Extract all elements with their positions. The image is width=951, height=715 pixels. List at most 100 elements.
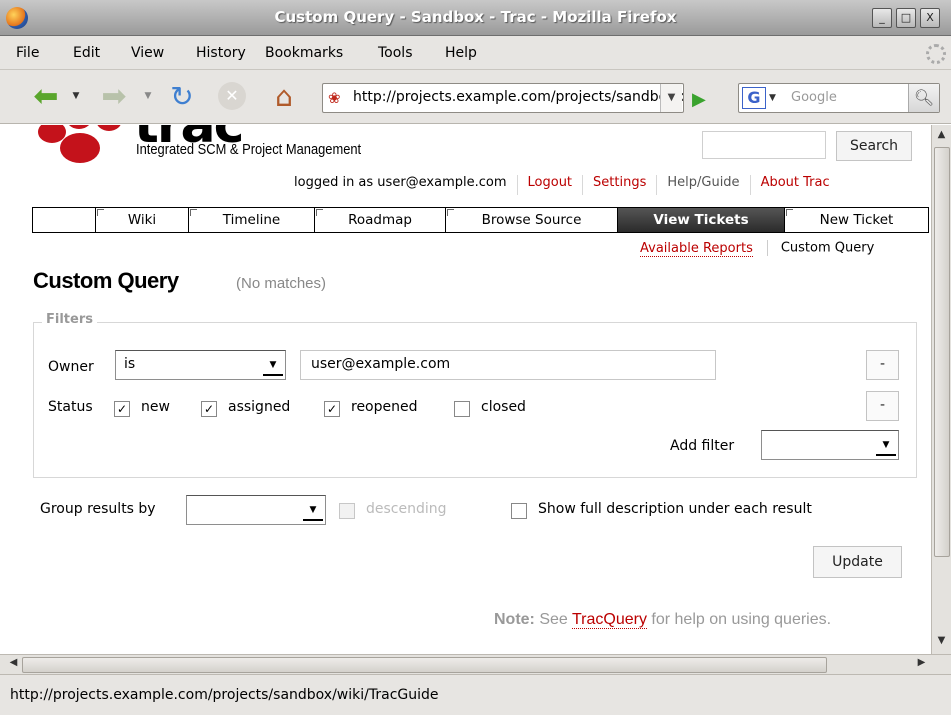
chevron-down-icon: ▼ [263,354,283,376]
google-icon: G [742,87,766,109]
status-closed-checkbox[interactable] [454,401,470,417]
window-titlebar: Custom Query - Sandbox - Trac - Mozilla … [0,0,951,36]
scroll-up-icon[interactable]: ▲ [934,129,949,144]
stop-icon[interactable]: ✕ [216,80,248,112]
status-new-checkbox[interactable]: ✓ [114,401,130,417]
owner-filter-label: Owner [48,359,94,375]
owner-mode-select[interactable]: is ▼ [115,350,286,380]
trac-logo[interactable]: trac Integrated SCM & Project Management [36,125,396,177]
custom-query-link: Custom Query [780,240,875,256]
status-assigned-checkbox[interactable]: ✓ [201,401,217,417]
filters-legend: Filters [42,312,97,327]
tab-browse-source[interactable]: Browse Source [445,208,617,232]
back-arrow-icon[interactable]: ⬅ [28,79,64,114]
vertical-scroll-thumb[interactable] [934,147,950,557]
chevron-down-icon: ▼ [876,434,896,456]
engine-dropdown-icon: ▼ [769,93,776,103]
go-icon[interactable]: ▶ [692,89,712,110]
note-prefix: Note: [494,611,535,628]
menu-bar: File Edit View History Bookmarks Tools H… [0,36,951,70]
add-filter-select[interactable]: ▼ [761,430,899,460]
window-title: Custom Query - Sandbox - Trac - Mozilla … [274,8,677,26]
owner-value-field[interactable]: user@example.com [300,350,716,380]
horizontal-scroll-thumb[interactable] [22,657,827,673]
status-filter-label: Status [48,399,93,415]
site-search-button[interactable]: Search [836,131,912,161]
status-text: http://projects.example.com/projects/san… [10,687,439,703]
logged-in-text: logged in as user@example.com [294,175,507,190]
reload-icon[interactable]: ↻ [164,80,200,113]
group-by-label: Group results by [40,501,156,517]
main-navigation: Wiki Timeline Roadmap Browse Source View… [32,207,929,233]
horizontal-scrollbar[interactable]: ◀ ▶ [0,654,951,674]
status-new-label: new [141,399,170,415]
help-note: Note: See TracQuery for help on using qu… [494,611,831,629]
menu-edit[interactable]: Edit [73,45,100,61]
logout-link[interactable]: Logout [516,175,583,195]
back-history-dropdown-icon[interactable]: ▼ [70,80,82,112]
remove-owner-filter-button[interactable]: - [866,350,899,380]
note-suffix: for help on using queries. [651,611,832,628]
trac-favicon-icon: ❀ [328,89,341,107]
about-trac-link[interactable]: About Trac [749,175,840,195]
menu-file[interactable]: File [16,45,39,61]
tab-timeline[interactable]: Timeline [188,208,314,232]
url-bar[interactable]: ❀ http://projects.example.com/projects/s… [322,83,684,113]
help-guide-link[interactable]: Help/Guide [656,175,749,195]
site-search-input[interactable] [702,131,826,159]
logo-tagline: Integrated SCM & Project Management [136,141,362,158]
remove-status-filter-button[interactable]: - [866,391,899,421]
status-bar: http://projects.example.com/projects/san… [0,674,951,715]
tab-wiki[interactable]: Wiki [95,208,188,232]
home-icon[interactable]: ⌂ [266,80,302,113]
full-description-label: Show full description under each result [538,501,812,517]
tab-new-ticket[interactable]: New Ticket [784,208,928,232]
forward-history-dropdown-icon[interactable]: ▼ [142,80,154,112]
tab-blank [33,208,95,232]
available-reports-link[interactable]: Available Reports [640,240,753,257]
search-engine-selector[interactable]: G ▼ [742,87,786,109]
menu-bookmarks[interactable]: Bookmarks [265,45,343,61]
match-count: (No matches) [236,275,327,292]
tab-view-tickets[interactable]: View Tickets [617,208,784,232]
paw-toe-icon [96,125,122,131]
note-see: See [539,611,568,628]
owner-value-text: user@example.com [311,356,451,372]
url-history-dropdown-icon[interactable]: ▼ [660,84,682,112]
menu-view[interactable]: View [131,45,164,61]
scroll-down-icon[interactable]: ▼ [934,635,949,650]
forward-arrow-icon[interactable]: ➡ [96,79,132,114]
context-navigation: Available Reports Custom Query [640,240,875,257]
chevron-down-icon: ▼ [303,499,323,521]
meta-navigation: logged in as user@example.com Logout Set… [294,175,840,195]
menu-history[interactable]: History [196,45,246,61]
status-reopened-checkbox[interactable]: ✓ [324,401,340,417]
settings-link[interactable]: Settings [582,175,656,195]
search-input[interactable]: Google [791,90,837,105]
minimize-button[interactable]: _ [872,8,892,28]
page-viewport: trac Integrated SCM & Project Management… [0,125,931,654]
menu-help[interactable]: Help [445,45,477,61]
tracquery-link[interactable]: TracQuery [571,611,647,629]
group-by-select[interactable]: ▼ [186,495,326,525]
filters-fieldset: Filters Owner is ▼ user@example.com - St… [33,312,917,478]
page-title: Custom Query [33,268,179,293]
vertical-scrollbar[interactable]: ▲ ▼ [931,125,951,654]
status-reopened-label: reopened [351,399,418,415]
tab-roadmap[interactable]: Roadmap [314,208,445,232]
status-closed-label: closed [481,399,526,415]
close-button[interactable]: X [920,8,940,28]
scroll-right-icon[interactable]: ▶ [914,657,929,672]
search-icon[interactable]: 🔍︎ [908,84,939,112]
scroll-left-icon[interactable]: ◀ [6,657,21,672]
descending-checkbox[interactable] [339,503,355,519]
full-description-checkbox[interactable] [511,503,527,519]
menu-tools[interactable]: Tools [378,45,413,61]
owner-mode-value: is [124,356,136,372]
add-filter-label: Add filter [670,438,735,454]
url-input[interactable]: http://projects.example.com/projects/san… [353,89,683,105]
ctxnav-divider [766,240,768,256]
status-assigned-label: assigned [228,399,291,415]
maximize-button[interactable]: □ [896,8,916,28]
update-button[interactable]: Update [813,546,902,578]
